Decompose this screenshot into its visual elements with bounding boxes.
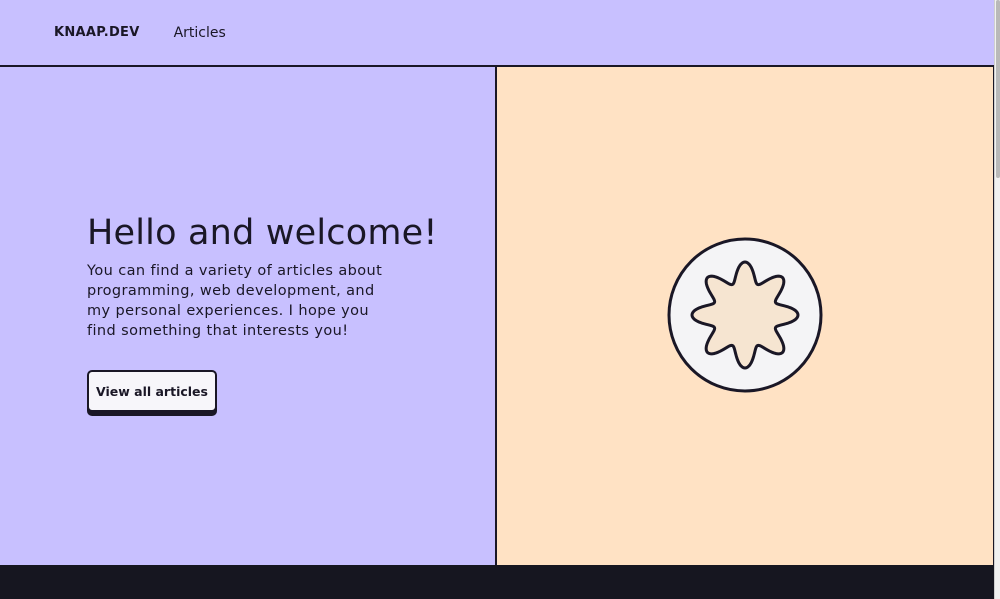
view-all-articles-button[interactable]: View all articles — [87, 370, 217, 412]
page-scrollbar[interactable] — [994, 0, 1000, 599]
footer — [0, 565, 994, 599]
hero-description: You can find a variety of articles about… — [87, 263, 383, 339]
hero-title: Hello and welcome! — [87, 213, 438, 253]
site-logo-link[interactable]: KNAAP.DEV — [54, 25, 140, 40]
flower-badge-icon — [667, 237, 823, 393]
hero-intro-panel: Hello and welcome! You can find a variet… — [0, 67, 497, 565]
page: KNAAP.DEV Articles Hello and welcome! Yo… — [0, 0, 1000, 599]
top-navbar: KNAAP.DEV Articles — [0, 0, 994, 67]
hero-illustration-panel — [497, 67, 995, 565]
scrollbar-thumb[interactable] — [996, 0, 1000, 178]
nav-link-articles[interactable]: Articles — [174, 25, 226, 41]
